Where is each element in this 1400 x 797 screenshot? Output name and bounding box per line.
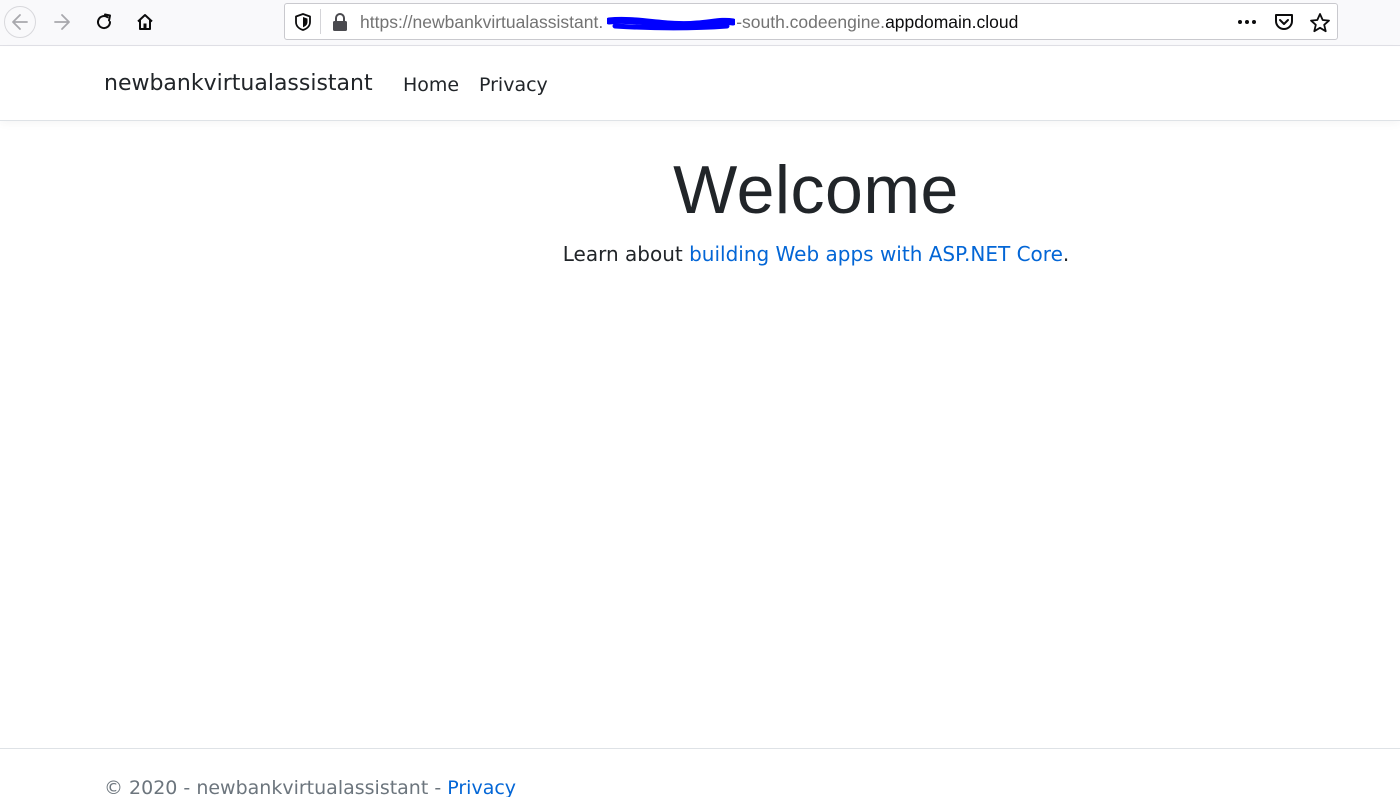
back-arrow-icon xyxy=(12,14,28,30)
brand-link[interactable]: newbankvirtualassistant xyxy=(104,71,373,96)
home-icon xyxy=(137,14,153,30)
redaction-scribble xyxy=(607,16,735,31)
back-button[interactable] xyxy=(4,6,36,38)
nav-link-home[interactable]: Home xyxy=(403,74,459,96)
site-navbar: newbankvirtualassistant Home Privacy xyxy=(0,47,1400,121)
url-separator xyxy=(320,9,321,34)
address-bar[interactable]: https://newbankvirtualassistant. -south.c… xyxy=(284,3,1338,40)
pocket-icon[interactable] xyxy=(1273,12,1295,32)
forward-button[interactable] xyxy=(46,6,78,38)
reload-icon xyxy=(97,13,112,30)
star-icon[interactable] xyxy=(1309,12,1331,34)
url-mid: -south.codeengine. xyxy=(736,12,886,32)
footer-text: © 2020 - newbankvirtualassistant - Priva… xyxy=(104,777,516,797)
page-title: Welcome xyxy=(673,152,959,228)
docs-link[interactable]: building Web apps with ASP.NET Core xyxy=(689,242,1063,266)
url-prefix: https://newbankvirtualassistant. xyxy=(360,12,604,32)
more-icon[interactable] xyxy=(1236,12,1258,32)
reload-button[interactable] xyxy=(88,6,120,38)
nav-link-privacy[interactable]: Privacy xyxy=(479,74,548,96)
forward-arrow-icon xyxy=(54,14,70,30)
url-domain: appdomain.cloud xyxy=(885,12,1019,32)
lock-icon[interactable] xyxy=(331,12,349,32)
shield-icon[interactable] xyxy=(293,12,313,32)
footer-privacy-link[interactable]: Privacy xyxy=(447,777,516,797)
home-button[interactable] xyxy=(129,6,161,38)
browser-toolbar: https://newbankvirtualassistant. -south.c… xyxy=(0,0,1400,46)
footer-copyright: © 2020 - newbankvirtualassistant - xyxy=(104,777,448,797)
footer: © 2020 - newbankvirtualassistant - Priva… xyxy=(0,748,1400,797)
learn-prefix: Learn about xyxy=(562,242,690,266)
learn-paragraph: Learn about building Web apps with ASP.N… xyxy=(0,242,1400,266)
learn-suffix: . xyxy=(1062,242,1070,266)
